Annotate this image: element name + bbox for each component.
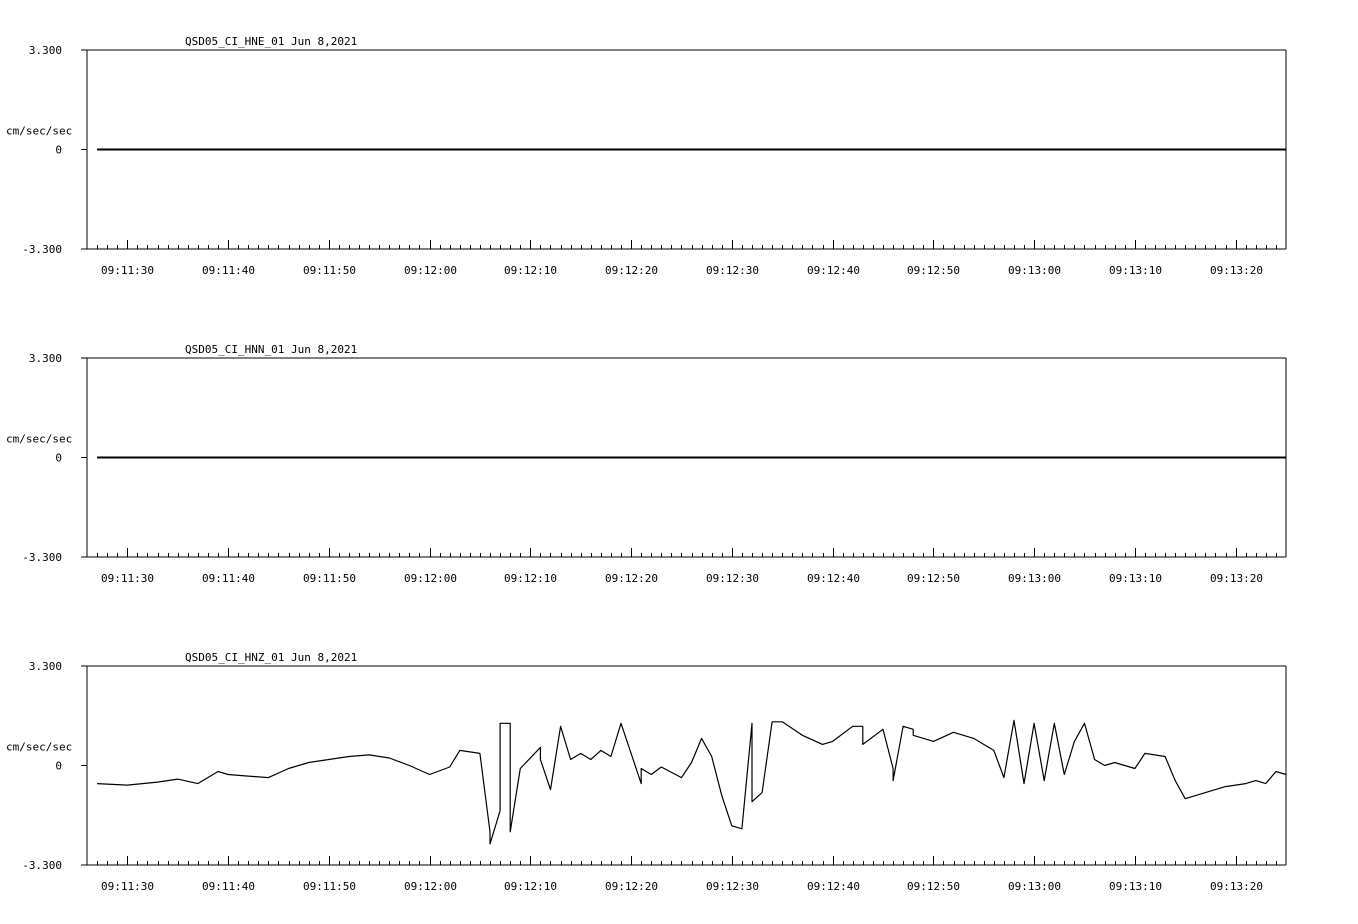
x-tick-label: 09:12:20: [605, 880, 658, 893]
waveform-trace: [97, 719, 1287, 845]
x-tick-label: 09:12:10: [504, 264, 557, 277]
y-tick-label: 3.300: [29, 352, 62, 365]
x-tick-label: 09:12:40: [807, 880, 860, 893]
x-tick-label: 09:11:50: [303, 880, 356, 893]
chart-title: QSD05_CI_HNZ_01 Jun 8,2021: [185, 651, 357, 664]
y-axis-label: cm/sec/sec: [6, 741, 72, 754]
x-tick-label: 09:11:40: [202, 572, 255, 585]
chart-title: QSD05_CI_HNN_01 Jun 8,2021: [185, 343, 357, 356]
x-tick-label: 09:13:20: [1210, 880, 1263, 893]
x-tick-label: 09:12:30: [706, 572, 759, 585]
x-tick-label: 09:12:00: [404, 572, 457, 585]
x-tick-label: 09:11:40: [202, 880, 255, 893]
x-tick-label: 09:12:20: [605, 572, 658, 585]
x-tick-label: 09:11:40: [202, 264, 255, 277]
x-tick-label: 09:12:00: [404, 880, 457, 893]
x-tick-label: 09:12:30: [706, 264, 759, 277]
y-tick-label: -3.300: [22, 859, 62, 872]
x-tick-label: 09:11:50: [303, 572, 356, 585]
x-tick-label: 09:12:40: [807, 264, 860, 277]
x-tick-label: 09:12:50: [907, 264, 960, 277]
seismogram-canvas: QSD05_CI_HNE_01 Jun 8,2021 cm/sec/sec 3.30…: [6, 35, 1287, 893]
x-tick-label: 09:13:00: [1008, 880, 1061, 893]
y-tick-label: 0: [55, 452, 62, 465]
x-tick-label: 09:13:00: [1008, 572, 1061, 585]
y-tick-label: 3.300: [29, 660, 62, 673]
x-tick-label: 09:11:30: [101, 264, 154, 277]
y-tick-label: -3.300: [22, 243, 62, 256]
x-tick-label: 09:13:00: [1008, 264, 1061, 277]
x-tick-label: 09:12:50: [907, 880, 960, 893]
x-tick-label: 09:12:50: [907, 572, 960, 585]
y-tick-label: 0: [55, 760, 62, 773]
x-tick-label: 09:13:20: [1210, 264, 1263, 277]
chart-title: QSD05_CI_HNE_01 Jun 8,2021: [185, 35, 357, 48]
x-tick-label: 09:13:10: [1109, 572, 1162, 585]
x-tick-label: 09:11:30: [101, 572, 154, 585]
y-tick-label: 0: [55, 144, 62, 157]
x-tick-label: 09:12:30: [706, 880, 759, 893]
x-tick-label: 09:11:50: [303, 264, 356, 277]
x-tick-label: 09:12:40: [807, 572, 860, 585]
x-tick-label: 09:11:30: [101, 880, 154, 893]
x-tick-label: 09:12:00: [404, 264, 457, 277]
y-axis-label: cm/sec/sec: [6, 433, 72, 446]
x-tick-label: 09:12:10: [504, 880, 557, 893]
x-tick-label: 09:13:10: [1109, 264, 1162, 277]
y-tick-label: -3.300: [22, 551, 62, 564]
y-tick-label: 3.300: [29, 44, 62, 57]
x-tick-label: 09:12:10: [504, 572, 557, 585]
x-tick-label: 09:13:20: [1210, 572, 1263, 585]
y-axis-label: cm/sec/sec: [6, 125, 72, 138]
x-tick-label: 09:13:10: [1109, 880, 1162, 893]
x-tick-label: 09:12:20: [605, 264, 658, 277]
